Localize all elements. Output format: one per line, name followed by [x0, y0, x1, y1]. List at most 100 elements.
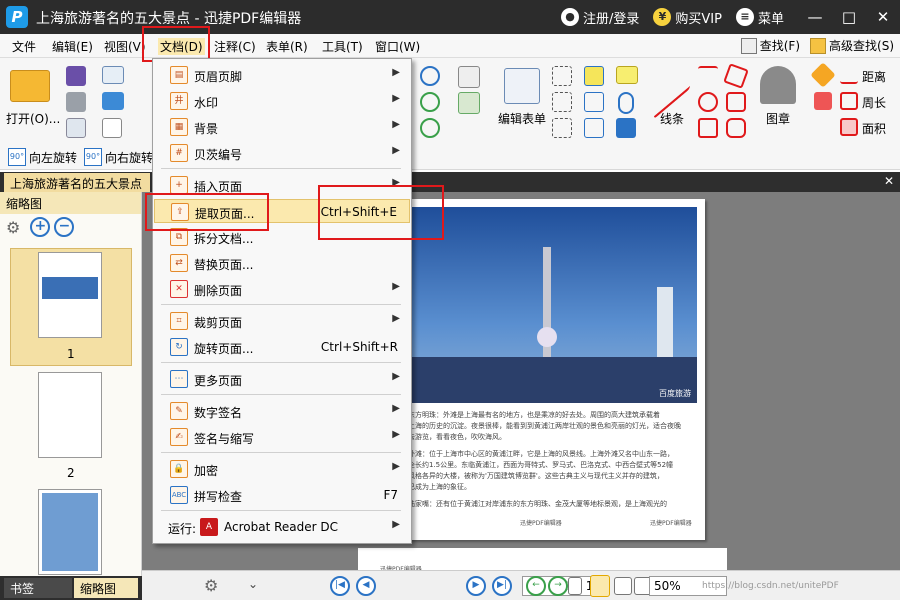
collapse-icon[interactable]: ⌄: [248, 577, 258, 591]
dd-encrypt[interactable]: 🔒 加密 ▶: [154, 457, 410, 481]
redo-icon[interactable]: [420, 118, 440, 138]
cloud-tool-icon[interactable]: [726, 118, 746, 138]
maximize-button[interactable]: □: [832, 8, 866, 26]
image-field-icon[interactable]: [458, 92, 480, 114]
zoom-in-thumb-icon[interactable]: +: [30, 217, 51, 237]
eraser-icon[interactable]: [814, 92, 832, 110]
save-icon[interactable]: [66, 66, 86, 86]
distance-button[interactable]: 距离: [862, 68, 886, 85]
text-box-icon[interactable]: [552, 92, 572, 112]
thumbnails-tab[interactable]: 缩略图: [74, 578, 138, 598]
text-field-icon[interactable]: [458, 66, 480, 88]
arrow-tool-icon[interactable]: [698, 66, 718, 86]
open-button[interactable]: 打开(O)...: [6, 110, 60, 127]
polygon-line-icon[interactable]: [723, 63, 749, 89]
submenu-arrow-icon: ▶: [392, 93, 400, 104]
menu-form[interactable]: 表单(R): [266, 38, 308, 55]
underline-icon[interactable]: [584, 118, 604, 138]
menu-edit[interactable]: 编辑(E): [52, 38, 93, 55]
settings-icon[interactable]: ⚙: [204, 576, 218, 595]
back-button[interactable]: ←: [526, 576, 546, 596]
rotate-right-button[interactable]: 90° 向右旋转: [84, 148, 153, 166]
minimize-button[interactable]: —: [798, 8, 832, 26]
thumbnail-page-1[interactable]: [38, 252, 102, 338]
line-button[interactable]: 线条: [660, 110, 684, 127]
email-icon[interactable]: [102, 66, 124, 84]
zoom-out-thumb-icon[interactable]: −: [54, 217, 75, 237]
menu-comment[interactable]: 注释(C): [214, 38, 256, 55]
page-icon[interactable]: [102, 118, 122, 138]
sound-icon[interactable]: [616, 118, 636, 138]
facing-page-icon[interactable]: [614, 577, 632, 595]
dd-digital-signature[interactable]: ✎ 数字签名 ▶: [154, 399, 410, 423]
menu-tools[interactable]: 工具(T): [322, 38, 363, 55]
login-link[interactable]: ● 注册/登录: [561, 8, 639, 27]
open-folder-icon[interactable]: [10, 70, 50, 102]
callout-icon[interactable]: [552, 118, 572, 138]
menu-view[interactable]: 视图(V): [104, 38, 146, 55]
bookmarks-tab[interactable]: 书签: [4, 578, 72, 598]
dd-replace-page[interactable]: ⇄ 替换页面...: [154, 251, 410, 275]
annotation-box-document-menu: [142, 26, 210, 62]
submenu-arrow-icon: ▶: [392, 371, 400, 382]
dd-watermark[interactable]: 井水印 ▶: [154, 89, 410, 113]
dd-background[interactable]: ▦ 背景 ▶: [154, 115, 410, 139]
menu-window[interactable]: 窗口(W): [375, 38, 420, 55]
next-page-button[interactable]: ▶: [466, 576, 486, 596]
area-icon[interactable]: [840, 118, 858, 136]
thumbnail-page-3[interactable]: [38, 489, 102, 575]
area-button[interactable]: 面积: [862, 120, 886, 137]
export-icon[interactable]: [66, 118, 86, 138]
dd-header-footer[interactable]: ▤ 页眉页脚 ▶: [154, 63, 410, 87]
close-tab-icon[interactable]: ✕: [884, 174, 894, 188]
menu-file[interactable]: 文件: [12, 38, 36, 55]
dd-more-pages[interactable]: ⋯ 更多页面 ▶: [154, 367, 410, 391]
attach-icon[interactable]: [618, 92, 634, 114]
distance-icon[interactable]: [840, 66, 858, 84]
settings-gear-icon[interactable]: ⚙: [6, 218, 20, 237]
close-button[interactable]: ✕: [866, 8, 900, 26]
document-tab[interactable]: 上海旅游著名的五大景点 *: [4, 173, 150, 206]
find-button[interactable]: 查找(F): [740, 37, 800, 54]
dd-crop-page[interactable]: ⌗ 裁剪页面 ▶: [154, 309, 410, 333]
print-icon[interactable]: [66, 92, 86, 112]
dd-run-acrobat[interactable]: 运行: A Acrobat Reader DC ▶: [154, 515, 410, 539]
dd-rotate-page[interactable]: ↻ 旋转页面... Ctrl+Shift+R: [154, 335, 410, 359]
buy-vip-link[interactable]: ¥ 购买VIP: [653, 8, 722, 27]
dd-delete-page[interactable]: ✕ 删除页面 ▶: [154, 277, 410, 301]
pentagon-tool-icon[interactable]: [726, 92, 746, 112]
text-line: 东方明珠：外滩是上海最有名的地方，也是乘凉的好去处。周围的高大建筑承载着: [408, 411, 660, 419]
window-title: 上海旅游著名的五大景点 - 迅捷PDF编辑器: [36, 11, 302, 27]
rotate-left-button[interactable]: 90° 向左旋转: [8, 148, 77, 166]
refresh-icon[interactable]: [420, 92, 440, 112]
dd-bates-number[interactable]: # 贝茨编号 ▶: [154, 141, 410, 165]
ellipse-tool-icon[interactable]: [698, 92, 718, 112]
strikethrough-icon[interactable]: [584, 92, 604, 112]
thumbnail-page-2[interactable]: [38, 372, 102, 458]
forward-button[interactable]: →: [548, 576, 568, 596]
upload-icon[interactable]: [102, 92, 124, 110]
select-area-icon[interactable]: [552, 66, 572, 86]
edit-form-button[interactable]: 编辑表单: [498, 110, 546, 127]
continuous-page-icon[interactable]: [590, 575, 610, 597]
first-page-button[interactable]: |◀: [330, 576, 350, 596]
typewriter-icon[interactable]: [584, 66, 604, 86]
stamp-icon[interactable]: [760, 66, 796, 104]
perimeter-button[interactable]: 周长: [862, 94, 886, 111]
app-logo-icon: P: [6, 6, 28, 28]
prev-page-button[interactable]: ◀: [356, 576, 376, 596]
note-icon[interactable]: [616, 66, 638, 84]
zoom-in-icon[interactable]: [420, 66, 440, 86]
rectangle-tool-icon[interactable]: [698, 118, 718, 138]
stamp-button[interactable]: 图章: [766, 110, 790, 127]
page-footer-left: 迅捷PDF编辑器: [520, 520, 562, 527]
dd-spell-check[interactable]: ABC 拼写检查 F7: [154, 483, 410, 507]
main-menu-link[interactable]: ≡ 菜单: [735, 8, 784, 27]
last-page-button[interactable]: ▶|: [492, 576, 512, 596]
edit-form-icon[interactable]: [504, 68, 540, 104]
advanced-find-button[interactable]: 高级查找(S): [810, 37, 894, 54]
perimeter-icon[interactable]: [840, 92, 858, 110]
dd-signature-initials[interactable]: ✍ 签名与缩写 ▶: [154, 425, 410, 449]
single-page-icon[interactable]: [568, 577, 582, 595]
pencil-icon[interactable]: [810, 62, 836, 88]
